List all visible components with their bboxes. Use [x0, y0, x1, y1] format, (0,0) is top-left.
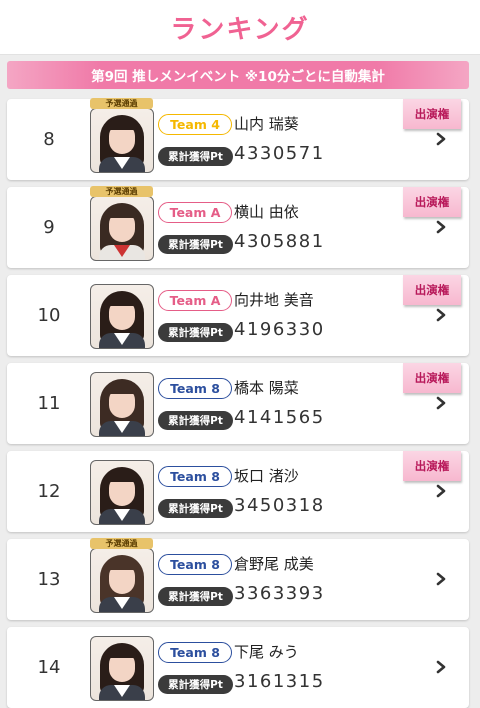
team-badge: Team 8: [158, 554, 232, 575]
points-value: 3450318: [234, 495, 325, 516]
appearance-right-badge: 出演権: [403, 275, 461, 305]
team-badge: Team A: [158, 202, 232, 223]
points-label: 累計獲得Pt: [158, 587, 233, 606]
chevron-right-icon: [436, 660, 446, 674]
ranking-row[interactable]: 13 予選通過 Team 8 倉野尾 成美 累計獲得Pt 3363393: [7, 538, 469, 620]
team-badge: Team 8: [158, 378, 232, 399]
member-name: 下尾 みう: [234, 643, 299, 661]
ranking-row[interactable]: 11 Team 8 橋本 陽菜 累計獲得Pt 4141565 出演権: [7, 363, 469, 444]
points-value: 3363393: [234, 583, 325, 604]
ranking-row[interactable]: 10 Team A 向井地 美音 累計獲得Pt 4196330 出演権: [7, 275, 469, 356]
chevron-right-icon: [436, 396, 446, 410]
chevron-right-icon: [436, 220, 446, 234]
member-name: 坂口 渚沙: [234, 467, 299, 485]
rank-number: 9: [43, 217, 55, 238]
chevron-right-icon: [436, 572, 446, 586]
member-name: 橋本 陽菜: [234, 379, 299, 397]
appearance-right-badge: 出演権: [403, 187, 461, 217]
rank-number: 13: [37, 569, 61, 590]
points-label: 累計獲得Pt: [158, 147, 233, 166]
team-badge: Team 8: [158, 642, 232, 663]
rank-number: 12: [37, 481, 61, 502]
chevron-right-icon: [436, 308, 446, 322]
member-name: 横山 由依: [234, 203, 299, 221]
ranking-row[interactable]: 14 Team 8 下尾 みう 累計獲得Pt 3161315: [7, 627, 469, 708]
member-photo: [90, 284, 154, 349]
member-photo: [90, 636, 154, 701]
appearance-right-badge: 出演権: [403, 451, 461, 481]
points-value: 4330571: [234, 143, 325, 164]
member-name: 山内 瑞葵: [234, 115, 299, 133]
chevron-right-icon: [436, 132, 446, 146]
member-name: 向井地 美音: [234, 291, 314, 309]
rank-number: 14: [37, 657, 61, 678]
chevron-right-icon: [436, 484, 446, 498]
rank-number: 10: [37, 305, 61, 326]
event-banner: 第9回 推しメンイベント ※10分ごとに自動集計: [7, 61, 469, 89]
team-badge: Team 4: [158, 114, 232, 135]
appearance-right-badge: 出演権: [403, 363, 461, 393]
page-header: ランキング: [0, 0, 480, 55]
page-title: ランキング: [170, 14, 310, 45]
appearance-right-badge: 出演権: [403, 99, 461, 129]
prelim-passed-badge: 予選通過: [90, 538, 153, 549]
points-label: 累計獲得Pt: [158, 235, 233, 254]
points-value: 4141565: [234, 407, 325, 428]
points-value: 3161315: [234, 671, 325, 692]
member-photo: [90, 196, 154, 261]
prelim-passed-badge: 予選通過: [90, 98, 153, 109]
rank-number: 11: [37, 393, 61, 414]
points-value: 4196330: [234, 319, 325, 340]
prelim-passed-badge: 予選通過: [90, 186, 153, 197]
ranking-row[interactable]: 12 Team 8 坂口 渚沙 累計獲得Pt 3450318 出演権: [7, 451, 469, 532]
points-label: 累計獲得Pt: [158, 499, 233, 518]
team-badge: Team 8: [158, 466, 232, 487]
member-name: 倉野尾 成美: [234, 555, 314, 573]
member-photo: [90, 372, 154, 437]
team-badge: Team A: [158, 290, 232, 311]
member-photo: [90, 460, 154, 525]
points-value: 4305881: [234, 231, 325, 252]
ranking-row[interactable]: 9 予選通過 Team A 横山 由依 累計獲得Pt 4305881 出演権: [7, 186, 469, 268]
points-label: 累計獲得Pt: [158, 675, 233, 694]
rank-number: 8: [43, 129, 55, 150]
ranking-row[interactable]: 8 予選通過 Team 4 山内 瑞葵 累計獲得Pt 4330571 出演権: [7, 98, 469, 180]
points-label: 累計獲得Pt: [158, 411, 233, 430]
member-photo: [90, 548, 154, 613]
ranking-list: 8 予選通過 Team 4 山内 瑞葵 累計獲得Pt 4330571 出演権 9…: [0, 98, 480, 708]
member-photo: [90, 108, 154, 173]
points-label: 累計獲得Pt: [158, 323, 233, 342]
